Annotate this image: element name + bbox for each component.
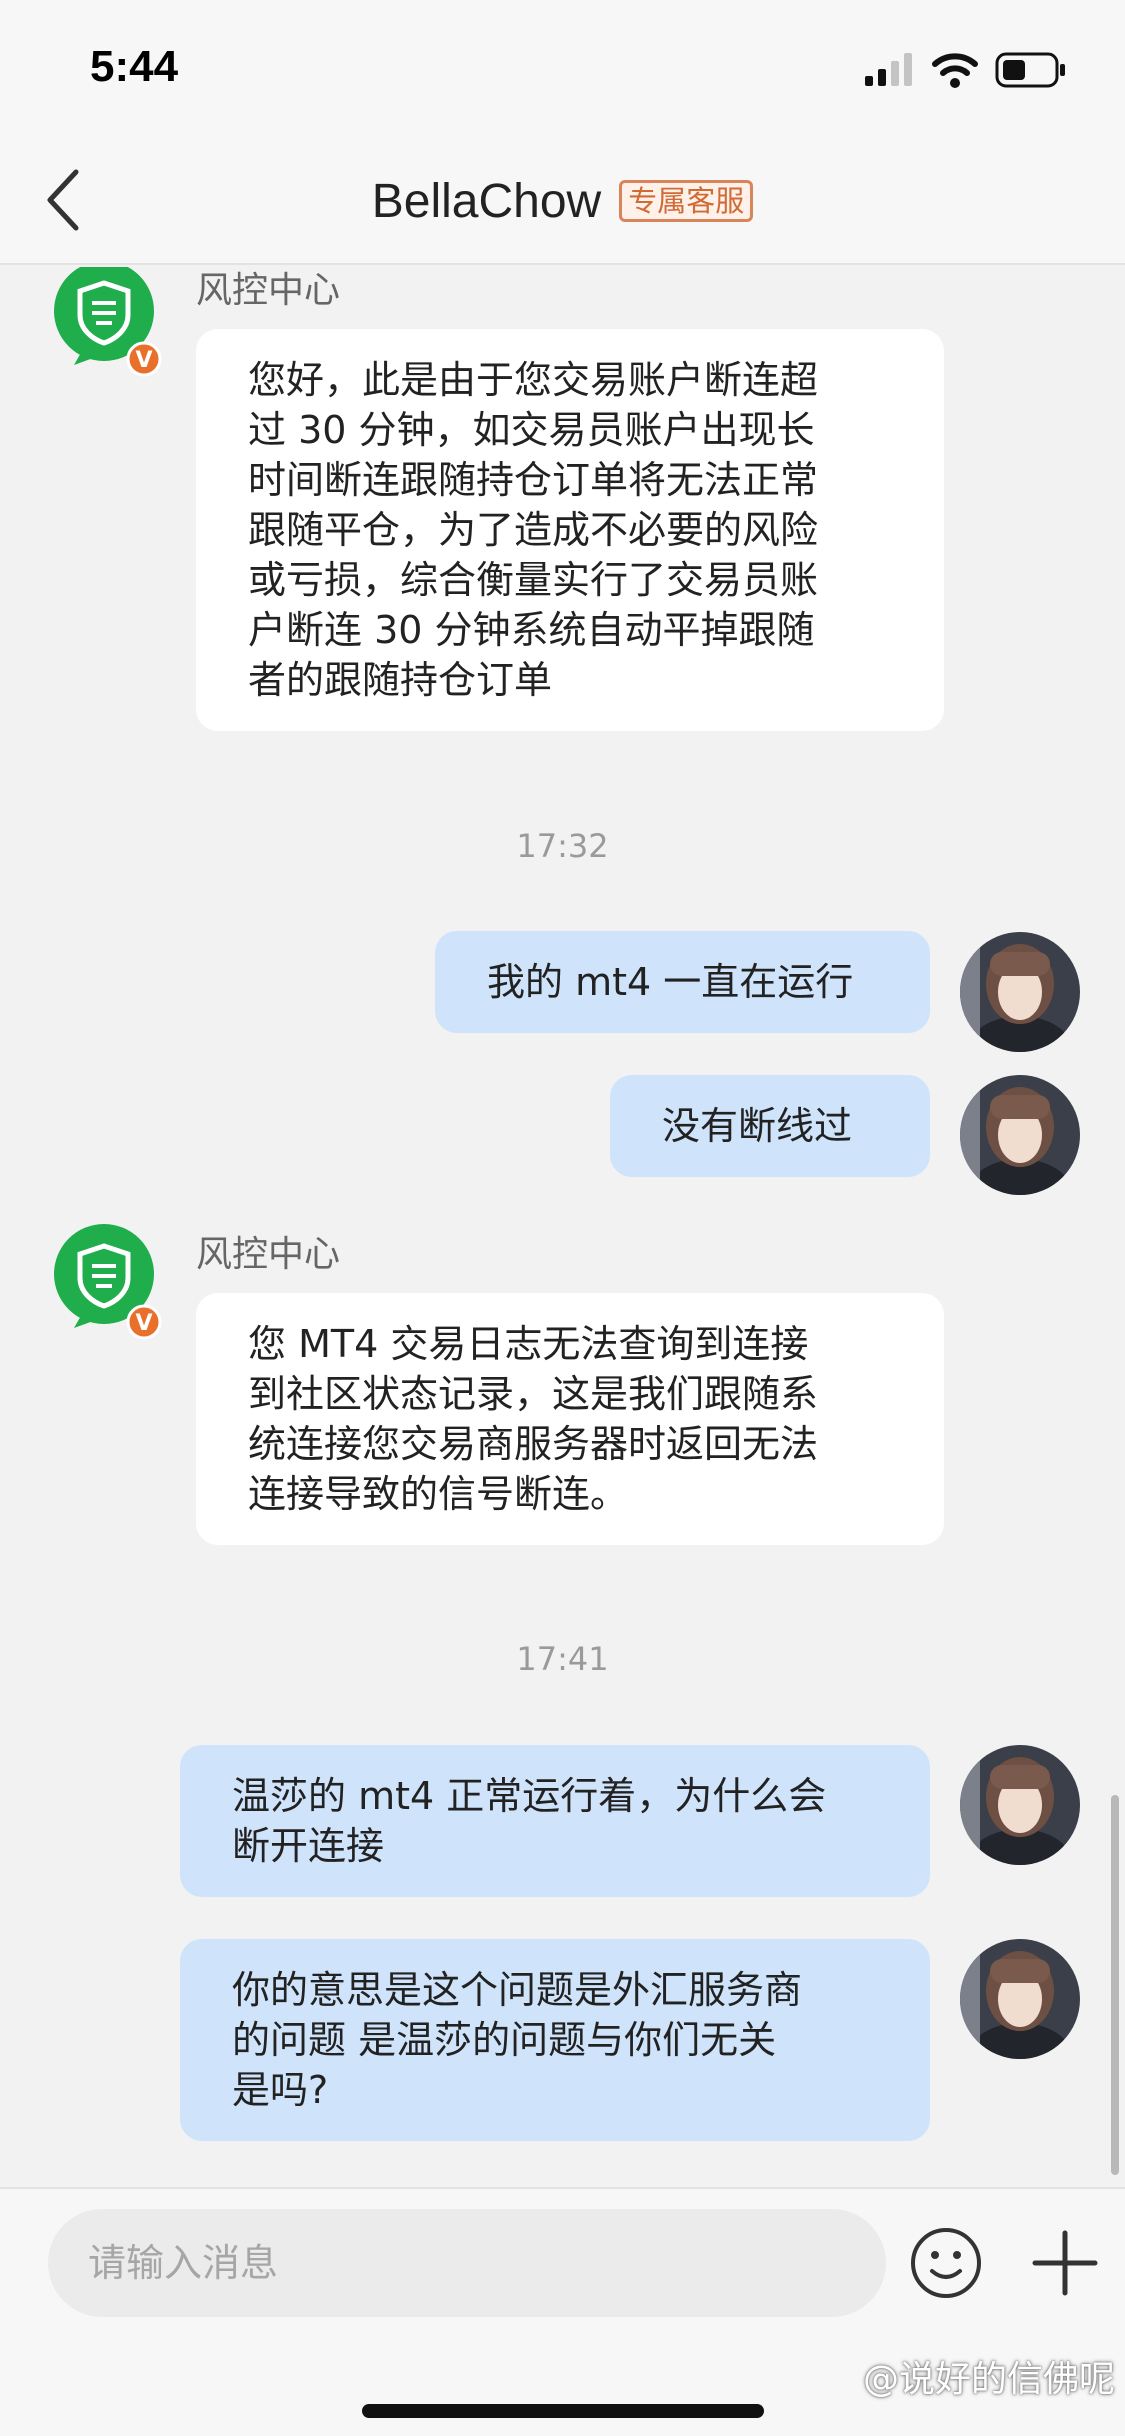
user-avatar-image xyxy=(960,1745,1080,1865)
page-title: BellaChow xyxy=(371,174,602,228)
user-avatar[interactable] xyxy=(960,1939,1080,2059)
status-icons xyxy=(865,52,1065,88)
scrollbar[interactable] xyxy=(1111,1795,1119,2175)
emoji-smile-icon xyxy=(911,2228,981,2298)
message-bubble-outgoing[interactable]: 你的意思是这个问题是外汇服务商 的问题 是温莎的问题与你们无关 是吗? xyxy=(180,1939,930,2141)
message-bubble-incoming[interactable]: 您 MT4 交易日志无法查询到连接 到社区状态记录，这是我们跟随系 统连接您交易… xyxy=(196,1293,944,1545)
official-avatar[interactable]: V xyxy=(52,1222,162,1342)
message-bubble-outgoing[interactable]: 没有断线过 xyxy=(610,1075,930,1177)
user-avatar-image xyxy=(960,932,1080,1052)
wifi-icon xyxy=(932,53,978,88)
message-timestamp: 17:32 xyxy=(516,827,609,865)
message-bubble-outgoing[interactable]: 我的 mt4 一直在运行 xyxy=(435,931,930,1033)
home-indicator[interactable] xyxy=(362,2404,764,2418)
user-avatar[interactable] xyxy=(960,1075,1080,1195)
shield-logo-icon: V xyxy=(54,1224,162,1340)
user-avatar[interactable] xyxy=(960,932,1080,1052)
message-bubble-incoming[interactable]: 您好，此是由于您交易账户断连超 过 30 分钟，如交易员账户出现长 时间断连跟随… xyxy=(196,329,944,731)
message-input[interactable] xyxy=(48,2209,886,2317)
sender-name: 风控中心 xyxy=(196,270,341,311)
watermark-text: @说好的信佛呢 xyxy=(862,2359,1115,2400)
chat-message-list[interactable]: V 风控中心 您好，此是由于您交易账户断连超 过 30 分钟，如交易员账户出现长… xyxy=(0,267,1125,2187)
plus-icon xyxy=(1032,2230,1098,2296)
nav-bar: BellaChow 专属客服 xyxy=(0,140,1125,265)
status-time: 5:44 xyxy=(90,42,179,91)
message-timestamp: 17:41 xyxy=(516,1640,609,1678)
cellular-signal-icon xyxy=(865,53,912,86)
add-button[interactable] xyxy=(1030,2225,1100,2301)
exclusive-service-badge: 专属客服 xyxy=(619,180,754,222)
user-avatar-image xyxy=(960,1075,1080,1195)
sender-name: 风控中心 xyxy=(196,1234,341,1275)
battery-icon xyxy=(995,52,1065,88)
official-avatar[interactable]: V xyxy=(52,267,162,379)
svg-text:V: V xyxy=(135,348,152,373)
header-title-group: BellaChow 专属客服 xyxy=(0,166,1125,236)
user-avatar-image xyxy=(960,1939,1080,2059)
shield-logo-icon: V xyxy=(54,267,162,377)
message-bubble-outgoing[interactable]: 温莎的 mt4 正常运行着，为什么会 断开连接 xyxy=(180,1745,930,1897)
emoji-button[interactable] xyxy=(908,2225,984,2301)
user-avatar[interactable] xyxy=(960,1745,1080,1865)
status-bar: 5:44 xyxy=(0,0,1125,140)
svg-text:V: V xyxy=(135,1311,152,1336)
